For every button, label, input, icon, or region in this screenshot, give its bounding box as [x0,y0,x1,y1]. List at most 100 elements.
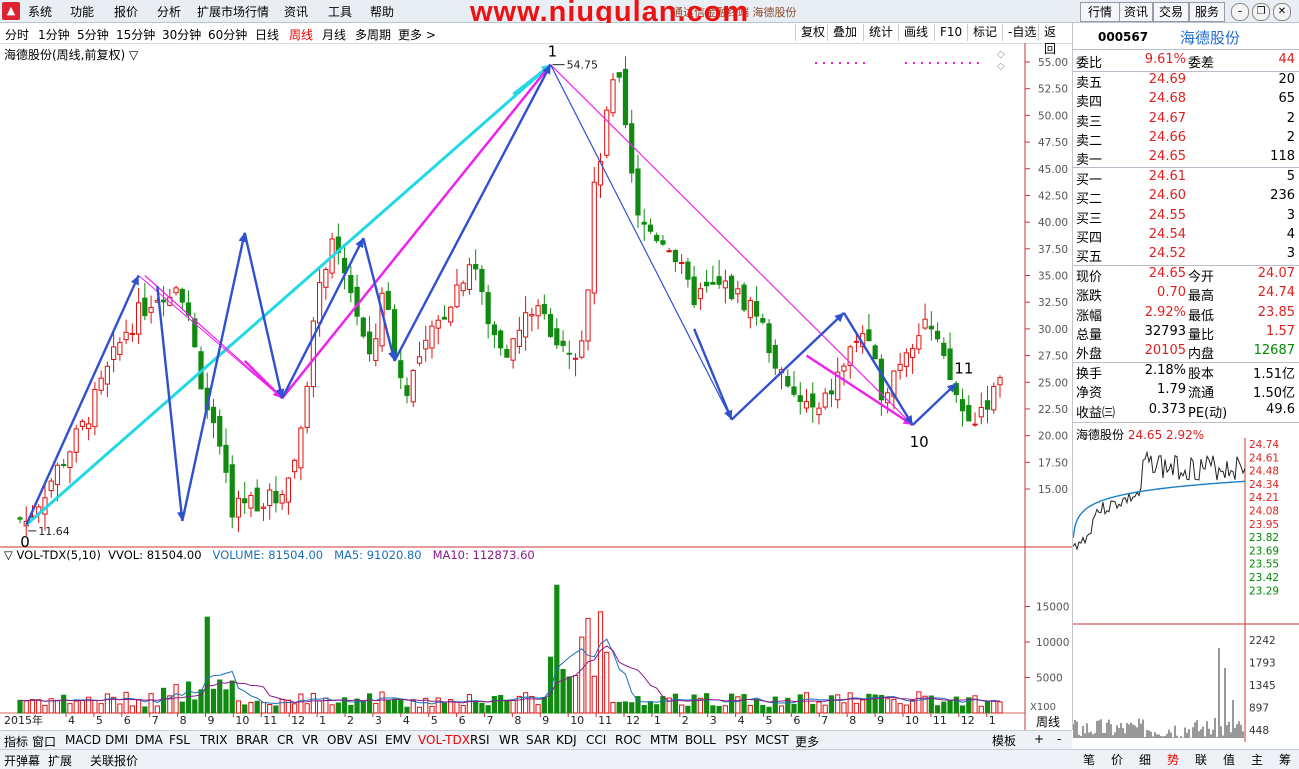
related-quotes-button[interactable]: 关联报价 [90,752,138,769]
mini-intraday-chart[interactable]: 24.7424.61 24.4824.3424.21 24.0823.9523.82… [1073,438,1299,742]
period-tab-weekly[interactable]: 周线 [289,26,313,43]
zoom-out-icon[interactable]: - [1057,732,1061,746]
period-tab-multi[interactable]: 多周期 [355,26,391,43]
indicator-tab-brar[interactable]: BRAR [236,733,269,747]
menu-help[interactable]: 帮助 [370,3,394,20]
right-tab-1[interactable]: 价 [1111,751,1123,768]
indicator-tab-指标[interactable]: 指标 [4,733,28,750]
period-tab-daily[interactable]: 日线 [255,26,279,43]
period-tab-60min[interactable]: 60分钟 [208,26,247,43]
menu-quote[interactable]: 报价 [114,3,138,20]
tool-mark[interactable]: 标记 [967,24,1002,41]
menu-ext-market[interactable]: 扩展市场行情 [197,3,269,20]
indicator-tab-窗口[interactable]: 窗口 [32,733,56,750]
indicator-tab-trix[interactable]: TRIX [200,733,227,747]
indicator-tab-emv[interactable]: EMV [385,733,411,747]
menu-tools[interactable]: 工具 [328,3,352,20]
indicator-tab-更多[interactable]: 更多 [795,733,819,750]
menu-function[interactable]: 功能 [70,3,94,20]
indicator-tab-fsl[interactable]: FSL [169,733,190,747]
volume-bar [735,696,741,714]
tool-f10[interactable]: F10 [934,24,967,41]
indicator-tab-dma[interactable]: DMA [135,733,163,747]
top-btn-trade[interactable]: 交易 [1153,2,1189,22]
indicator-tab-dmi[interactable]: DMI [105,733,128,747]
tool-adjust[interactable]: 复权 [795,24,830,41]
candle-body [416,356,423,364]
period-tab-15min[interactable]: 15分钟 [116,26,155,43]
indicator-tab-vol-tdx[interactable]: VOL-TDX [418,733,470,747]
period-tab-5min[interactable]: 5分钟 [77,26,109,43]
top-btn-news[interactable]: 资讯 [1119,2,1153,22]
indicator-tab-wr[interactable]: WR [499,733,519,747]
stat2-row-1-value2: 1.50亿 [1253,386,1295,402]
menu-system[interactable]: 系统 [28,3,52,20]
volume-bar [123,691,129,714]
tool-overlay[interactable]: 叠加 [827,24,862,41]
extension-button[interactable]: 扩展 [48,752,72,769]
right-tab-2[interactable]: 细 [1139,751,1151,768]
indicator-tab-cr[interactable]: CR [277,733,294,747]
top-btn-quote[interactable]: 行情 [1080,2,1120,22]
right-tab-7[interactable]: 筹 [1279,751,1291,768]
indicator-tab-macd[interactable]: MACD [65,733,101,747]
right-tab-5[interactable]: 值 [1223,751,1235,768]
menu-news[interactable]: 资讯 [284,3,308,20]
vol-indicator-name[interactable]: ▽ VOL-TDX(5,10) [4,548,101,562]
stat2-row-2-value: 0.373 [1148,401,1186,417]
candle-body [104,365,110,385]
period-tab-monthly[interactable]: 月线 [322,26,346,43]
app-logo-icon[interactable]: ▲ [2,2,20,20]
diamond-icon: ◇ [997,61,1005,72]
candle-body [947,348,953,381]
period-tab-30min[interactable]: 30分钟 [162,26,201,43]
indicator-tab-psy[interactable]: PSY [725,733,747,747]
right-tab-4[interactable]: 联 [1195,751,1207,768]
period-tab-1min[interactable]: 1分钟 [38,26,70,43]
tool-back[interactable]: 返回 [1038,24,1072,56]
restore-icon[interactable]: ❐ [1252,3,1270,21]
ask-row-5-label: 卖五 [1076,76,1103,91]
tool-draw[interactable]: 画线 [898,24,933,41]
indicator-tab-kdj[interactable]: KDJ [556,733,577,747]
candle-body [79,420,86,427]
indicator-tab-boll[interactable]: BOLL [685,733,716,747]
indicator-tab-asi[interactable]: ASI [358,733,377,747]
volume-bar [441,702,448,714]
volume-bar [766,706,772,714]
volume-bar [822,704,828,714]
template-button[interactable]: 模板 [992,732,1016,749]
volume-bar [416,706,423,714]
period-tab-timeshare[interactable]: 分时 [5,26,29,43]
indicator-tab-rsi[interactable]: RSI [470,733,490,747]
indicator-tab-obv[interactable]: OBV [327,733,353,747]
ask-row-4-label: 卖四 [1076,95,1103,111]
close-icon[interactable]: ✕ [1273,3,1291,21]
candle-body [984,400,991,410]
right-tab-3[interactable]: 势 [1167,751,1179,768]
top-btn-service[interactable]: 服务 [1189,2,1225,22]
indicator-tab-sar[interactable]: SAR [526,733,550,747]
menu-analysis[interactable]: 分析 [157,3,181,20]
minimize-icon[interactable]: – [1231,3,1249,21]
indicator-tab-mcst[interactable]: MCST [755,733,789,747]
zoom-in-icon[interactable]: + [1034,732,1044,746]
right-tab-0[interactable]: 笔 [1083,751,1095,768]
candle-body [435,319,441,329]
tool-add-watchlist[interactable]: -自选 [1002,24,1041,41]
period-tab-more[interactable]: 更多 > [398,26,436,43]
indicator-tab-vr[interactable]: VR [302,733,319,747]
candle-body [373,338,379,361]
volume-bar [991,700,997,714]
indicator-tab-cci[interactable]: CCI [586,733,606,747]
indicator-tab-roc[interactable]: ROC [615,733,641,747]
x-axis-label: 5 [96,714,103,727]
tool-stats[interactable]: 统计 [863,24,898,41]
danmu-toggle[interactable]: 开弹幕 [4,752,40,769]
kline-chart[interactable]: 55.00 52.50 50.00 47.50 45.00 42.50 40.00 37.50… [0,43,1072,730]
ask-row-4: 卖四 24.68 65 [1076,91,1297,110]
right-tab-6[interactable]: 主 [1251,751,1263,768]
stat2-row-2-label2: PE(动) [1188,405,1228,421]
indicator-tab-mtm[interactable]: MTM [650,733,678,747]
candle-body [98,377,104,391]
